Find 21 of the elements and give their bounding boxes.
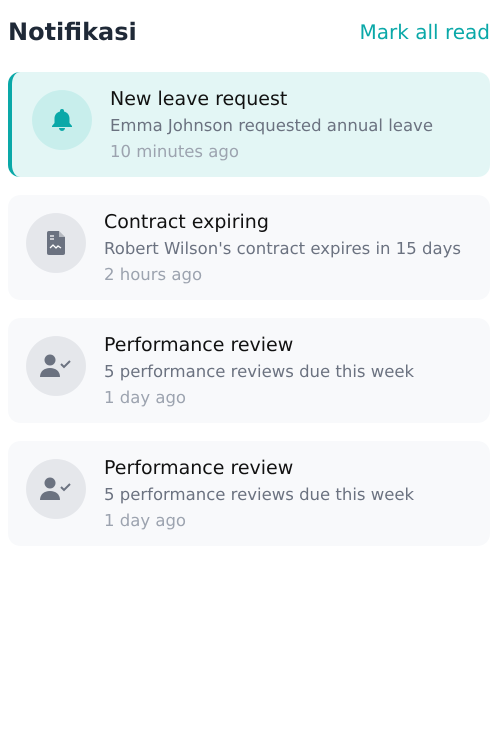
user-check-icon <box>40 354 72 378</box>
page-title: Notifikasi <box>8 18 137 46</box>
notification-message: Emma Johnson requested annual leave <box>110 115 433 137</box>
notification-message: Robert Wilson's contract expires in 15 days <box>104 238 461 260</box>
notification-card[interactable]: Contract expiring Robert Wilson's contract expires in 15 days 2 hours ago <box>8 194 490 300</box>
notification-title: New leave request <box>110 88 288 110</box>
notification-title: Performance review <box>104 456 294 479</box>
notification-title: Contract expiring <box>104 210 270 233</box>
notification-time: 2 hours ago <box>104 264 204 284</box>
notification-time: 10 minutes ago <box>110 142 240 161</box>
notification-message: 5 performance reviews due this week <box>104 360 414 383</box>
document-icon <box>47 230 65 255</box>
notification-title: Performance review <box>104 334 294 356</box>
notification-time: 1 day ago <box>104 388 188 407</box>
notification-time: 1 day ago <box>104 510 188 530</box>
bell-icon <box>51 108 73 132</box>
notification-message: 5 performance reviews due this week <box>104 484 414 506</box>
notification-card[interactable]: Performance review 5 performance reviews due this week 1 day ago <box>8 440 490 546</box>
user-check-icon <box>40 476 72 501</box>
notification-card[interactable]: New leave request Emma Johnson requested annual leave 10 minutes ago <box>8 72 490 177</box>
notification-card[interactable]: Performance review 5 performance reviews due this week 1 day ago <box>8 318 490 423</box>
